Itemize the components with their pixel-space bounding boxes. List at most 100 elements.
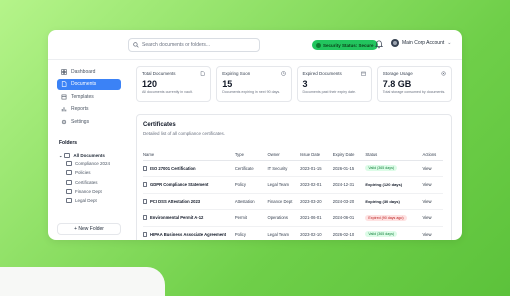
document-icon	[143, 231, 147, 237]
stat-card-total: Total Documents 120 All documents curren…	[136, 66, 212, 102]
folder-item[interactable]: Compliance 2024	[59, 159, 121, 168]
view-link[interactable]: View	[422, 193, 443, 210]
chevron-down-icon: ⌄	[447, 40, 452, 46]
view-link[interactable]: View	[422, 176, 443, 194]
sidebar-item-reports[interactable]: Reports	[57, 104, 121, 115]
panel-title: Certificates	[143, 122, 176, 128]
view-link[interactable]: View	[422, 209, 443, 227]
card-subtitle: Documents expiring in next 90 days.	[222, 90, 281, 94]
cell-expiry-date: 2026-01-15	[332, 160, 366, 177]
table-row[interactable]: ISO 27001 Certification Certificate IT S…	[143, 160, 443, 177]
status-badge: Expiring (120 days)	[365, 182, 403, 188]
view-link[interactable]: View	[422, 226, 443, 240]
cell-status: Expiring (120 days)	[365, 176, 423, 194]
folder-item[interactable]: Legal Dept	[59, 196, 121, 205]
cell-owner: Operations	[267, 209, 301, 227]
top-bar: Search documents or folders... Security …	[48, 30, 462, 60]
folder-root[interactable]: ⌄ All Documents	[59, 151, 121, 159]
sidebar-item-templates[interactable]: Templates	[57, 91, 121, 102]
column-header[interactable]: Type	[234, 150, 268, 161]
certificates-panel: Certificates Detailed list of all compli…	[136, 114, 452, 240]
template-icon	[61, 94, 67, 99]
new-folder-button[interactable]: + New Folder	[57, 223, 121, 235]
column-header[interactable]: Status	[365, 150, 423, 161]
cell-status: Expired (90 days ago)	[365, 209, 423, 227]
card-value: 3	[302, 79, 308, 89]
table-row[interactable]: Environmental Permit A-12 Permit Operati…	[143, 209, 443, 227]
document-icon	[143, 165, 147, 171]
sidebar-item-settings[interactable]: Settings	[57, 116, 121, 127]
summary-cards: Total Documents 120 All documents curren…	[136, 66, 452, 102]
cell-owner: IT Security	[267, 160, 301, 177]
cell-name: HIPAA Business Associate Agreement	[143, 226, 235, 240]
cell-name: ISO 27001 Certification	[143, 160, 235, 177]
security-status-badge: Security Status: Secure	[312, 40, 378, 50]
cell-type: Permit	[234, 209, 268, 227]
cell-issue-date: 2021-06-01	[300, 209, 333, 227]
view-link[interactable]: View	[422, 160, 443, 177]
folder-icon	[66, 161, 72, 167]
chart-icon	[61, 107, 67, 112]
cell-expiry-date: 2024-03-20	[332, 193, 366, 210]
document-name: ISO 27001 Certification	[150, 165, 196, 171]
column-header[interactable]: Expiry Date	[332, 150, 366, 161]
card-title: Expiring Soon	[222, 71, 251, 76]
stat-card-expiring: Expiring Soon 15 Documents expiring in n…	[216, 66, 292, 102]
cell-status: Expiring (30 days)	[365, 193, 423, 210]
user-name: Main Corp Account	[402, 40, 445, 46]
folders-heading: Folders	[59, 140, 78, 146]
column-header[interactable]: Name	[143, 150, 235, 161]
folder-icon	[66, 170, 72, 176]
folder-label: Legal Dept	[75, 198, 97, 204]
cell-type: Policy	[234, 226, 268, 240]
gear-icon	[441, 71, 446, 76]
sidebar-item-label: Settings	[71, 118, 90, 125]
card-value: 7.8 GB	[382, 79, 412, 89]
cell-name: GDPR Compliance Statement	[143, 176, 235, 194]
card-title: Total Documents	[142, 71, 176, 76]
folder-item[interactable]: Finance Dept	[59, 187, 121, 196]
cell-status: Valid (365 days)	[365, 226, 423, 240]
table-row[interactable]: PCI DSS Attestation 2023 Attestation Fin…	[143, 193, 443, 210]
stat-card-expired: Expired Documents 3 Documents past their…	[296, 66, 372, 102]
cell-type: Policy	[234, 176, 268, 194]
grid-icon	[61, 68, 67, 75]
card-title: Expired Documents	[302, 71, 342, 76]
folder-label: Compliance 2024	[75, 161, 111, 167]
column-header[interactable]: Issue Date	[300, 150, 333, 161]
cell-issue-date: 2023-02-01	[300, 176, 333, 194]
cell-expiry-date: 2024-12-31	[332, 176, 366, 194]
bell-icon[interactable]	[375, 40, 383, 49]
table-row[interactable]: HIPAA Business Associate Agreement Polic…	[143, 226, 443, 240]
sidebar-item-label: Templates	[71, 93, 94, 100]
app-window: Search documents or folders... Security …	[48, 30, 462, 240]
folder-label: Finance Dept	[75, 189, 102, 195]
card-title: Storage Usage	[382, 71, 413, 76]
folder-icon	[64, 152, 71, 158]
folder-item[interactable]: Policies	[59, 168, 121, 177]
cell-issue-date: 2023-01-15	[300, 160, 333, 177]
card-subtitle: All documents currently in vault.	[142, 90, 193, 94]
search-input[interactable]: Search documents or folders...	[128, 38, 260, 52]
folder-icon	[66, 189, 72, 195]
document-name: HIPAA Business Associate Agreement	[150, 231, 227, 237]
document-icon	[143, 198, 147, 204]
table-header-row: Name Type Owner Issue Date Expiry Date S…	[143, 150, 443, 161]
cell-name: PCI DSS Attestation 2023	[143, 193, 235, 210]
sidebar-item-documents[interactable]: Documents	[57, 78, 121, 90]
sidebar-nav: Dashboard Documents Templates Reports Se…	[57, 66, 121, 129]
folder-item[interactable]: Certificates	[59, 178, 121, 187]
column-header[interactable]: Owner	[267, 150, 301, 161]
document-icon	[201, 71, 205, 76]
gear-icon	[61, 119, 67, 124]
sidebar-item-dashboard[interactable]: Dashboard	[57, 66, 121, 77]
table-row[interactable]: GDPR Compliance Statement Policy Legal T…	[143, 176, 443, 194]
status-dot-icon	[316, 42, 321, 48]
user-menu[interactable]: Main Corp Account ⌄	[391, 39, 451, 47]
folder-root-label: All Documents	[73, 152, 105, 158]
search-placeholder: Search documents or folders...	[142, 42, 211, 48]
cell-owner: Legal Team	[267, 176, 301, 194]
cell-expiry-date: 2026-02-10	[332, 226, 366, 240]
avatar	[391, 39, 399, 47]
cell-status: Valid (365 days)	[365, 160, 423, 177]
